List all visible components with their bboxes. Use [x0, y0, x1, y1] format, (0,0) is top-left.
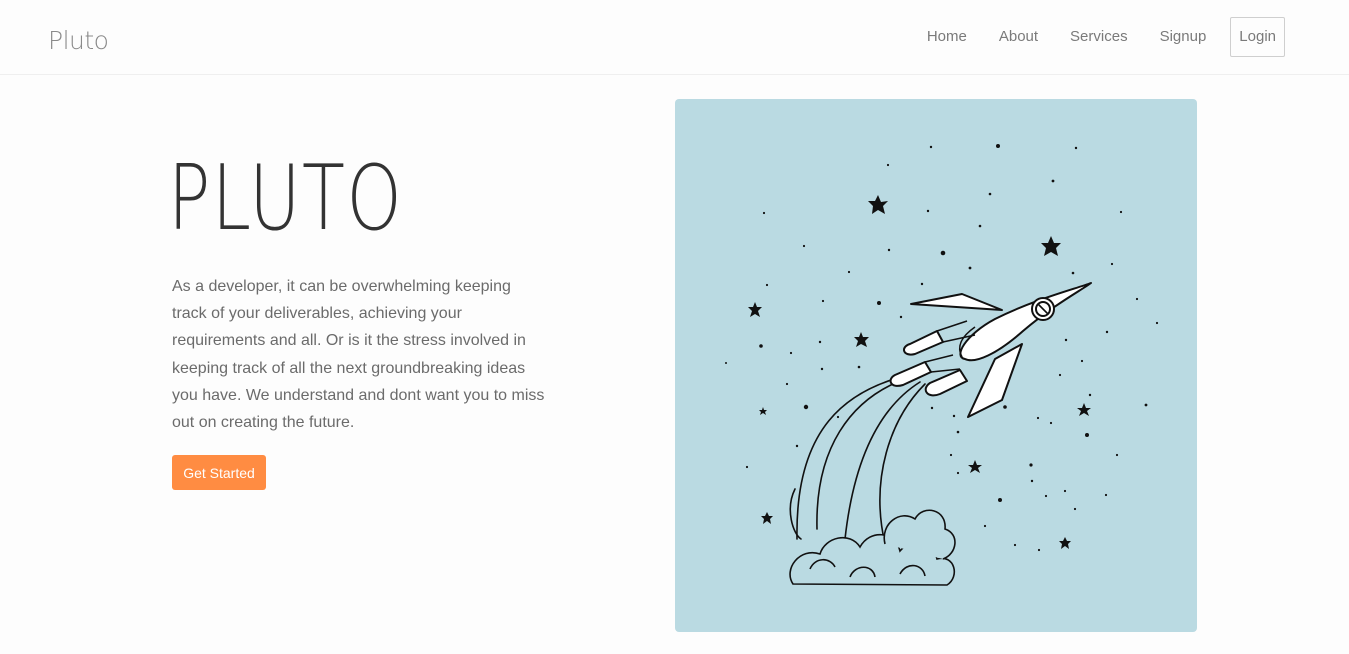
nav-link-services[interactable]: Services	[1054, 17, 1144, 57]
rocket-launch-icon	[725, 144, 1159, 586]
nav-link-home[interactable]: Home	[911, 17, 983, 57]
hero-illustration	[675, 99, 1197, 632]
hero-title: PLUTO	[168, 146, 404, 251]
nav-link-signup[interactable]: Signup	[1144, 17, 1223, 57]
brand-logo[interactable]: Pluto	[48, 26, 109, 55]
nav-links: Home About Services Signup Login	[911, 17, 1285, 57]
get-started-button[interactable]: Get Started	[172, 455, 266, 490]
hero-description: As a developer, it can be overwhelming k…	[172, 278, 545, 432]
nav-link-about[interactable]: About	[983, 17, 1054, 57]
login-button[interactable]: Login	[1230, 17, 1285, 57]
smoke-cloud	[789, 509, 956, 586]
stars-dots	[725, 144, 1159, 552]
navbar: Pluto Home About Services Signup Login	[0, 0, 1349, 75]
rocket	[889, 282, 1092, 418]
